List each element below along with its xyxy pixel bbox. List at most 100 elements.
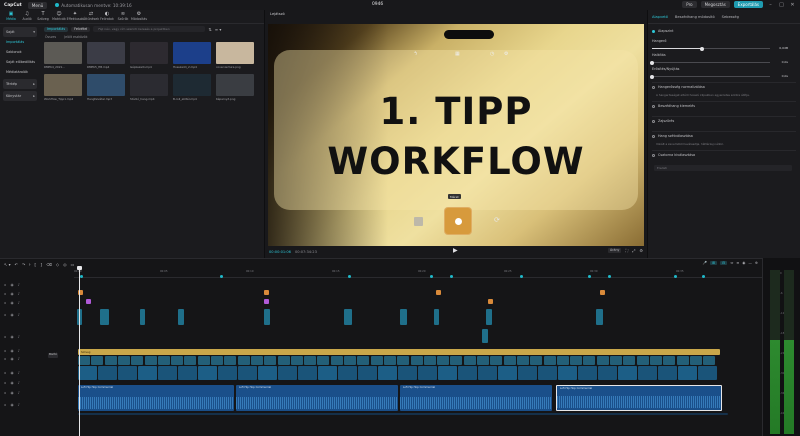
cover-button[interactable]: Borító xyxy=(48,353,58,358)
audio-icon[interactable]: ♪ xyxy=(18,301,20,305)
media-thumb[interactable]: Workflow_Tipp1.mp4 xyxy=(44,74,82,101)
fullscreen-icon[interactable]: ⛶ xyxy=(625,248,628,253)
visibility-icon[interactable]: ◉ xyxy=(10,381,13,385)
overlay-clip[interactable] xyxy=(264,309,270,325)
timeline-tool-6[interactable]: ⌫ xyxy=(46,262,52,267)
timeline-ruler[interactable]: 00:00 00:05 00:10 00:15 00:20 00:25 00:30 00:35… xyxy=(74,270,769,278)
export-button[interactable]: Exportálás xyxy=(733,1,763,8)
caption-clip[interactable] xyxy=(157,356,170,365)
caption-clip[interactable] xyxy=(104,356,117,365)
filter-all[interactable]: Összes xyxy=(45,35,56,39)
main-video-clip[interactable] xyxy=(598,366,617,380)
overlay-clip[interactable] xyxy=(140,309,145,325)
main-video-clip[interactable] xyxy=(558,366,577,380)
caption-clip[interactable] xyxy=(663,356,676,365)
ratio-button[interactable]: Arány xyxy=(608,248,622,253)
lock-icon[interactable]: ▫ xyxy=(4,283,6,287)
main-video-clip[interactable] xyxy=(438,366,457,380)
visibility-icon[interactable]: ◉ xyxy=(10,357,13,361)
caption-clip[interactable] xyxy=(91,356,104,365)
lock-icon[interactable]: ▫ xyxy=(4,301,6,305)
caption-clip[interactable] xyxy=(211,356,223,365)
caption-clip[interactable] xyxy=(171,356,184,365)
media-side-item-5[interactable]: Térkép ▸ xyxy=(3,79,37,89)
caption-clip[interactable] xyxy=(184,356,197,365)
audio-icon[interactable]: ♪ xyxy=(18,313,20,317)
channel-select[interactable]: Eredeti xyxy=(654,165,792,171)
sticker-clip[interactable] xyxy=(264,290,269,295)
main-video-clip[interactable] xyxy=(478,366,497,380)
timeline-right-tool-3[interactable]: ⇔ xyxy=(730,261,733,265)
caption-clip[interactable] xyxy=(277,356,290,365)
timeline-right-tool-4[interactable]: ≡ xyxy=(736,261,739,265)
main-video-clip[interactable] xyxy=(238,366,257,380)
main-video-clip[interactable] xyxy=(338,366,357,380)
overlay-clip[interactable] xyxy=(596,309,603,325)
media-thumb[interactable]: Hosszanti_2.mp4 xyxy=(173,42,211,69)
main-video-clip[interactable] xyxy=(278,366,297,380)
caption-clip[interactable] xyxy=(144,356,157,365)
timeline-right-tool-7[interactable]: ⊕ xyxy=(755,261,758,265)
overlay-clip[interactable] xyxy=(344,309,352,325)
visibility-icon[interactable]: ◉ xyxy=(10,283,13,287)
main-video-clip[interactable] xyxy=(618,366,637,380)
sort-icon[interactable]: ⇅ xyxy=(208,27,211,32)
timeline-tool-2[interactable]: ↷ xyxy=(22,262,25,267)
timeline-right-tool-0[interactable]: 🎤 xyxy=(703,261,707,265)
caption-clip[interactable] xyxy=(516,356,529,365)
share-button[interactable]: Megosztás xyxy=(700,1,730,8)
lock-icon[interactable]: ▫ xyxy=(4,292,6,296)
sticker-clip[interactable] xyxy=(436,290,441,295)
main-video-clip[interactable] xyxy=(358,366,377,380)
caption-clip[interactable] xyxy=(649,356,662,365)
caption-clip[interactable] xyxy=(583,356,596,365)
caption-clip[interactable] xyxy=(264,356,277,365)
checkbox-icon[interactable] xyxy=(652,29,655,33)
caption-clip[interactable] xyxy=(370,356,383,365)
timeline-marker[interactable] xyxy=(220,275,223,278)
menu-button[interactable]: Menü xyxy=(27,1,48,9)
timeline-tool-9[interactable]: ▭ xyxy=(71,262,75,267)
visibility-icon[interactable]: ◉ xyxy=(10,391,13,395)
audio-icon[interactable]: ♪ xyxy=(18,381,20,385)
slider-knob[interactable] xyxy=(699,46,704,51)
main-video-clip[interactable] xyxy=(638,366,657,380)
checkbox-icon[interactable] xyxy=(652,104,655,108)
timeline-tool-0[interactable]: ↖ ▾ xyxy=(4,262,11,267)
close-icon[interactable]: ✕ xyxy=(789,2,796,8)
audio-icon[interactable]: ♪ xyxy=(18,292,20,296)
timeline-right-tool-2[interactable]: ⊟ xyxy=(720,261,728,265)
main-video-clip[interactable] xyxy=(678,366,697,380)
media-tab-4[interactable]: ✦ Effektusok xyxy=(67,10,84,23)
headline-line-2[interactable]: WORKFLOW xyxy=(268,140,644,183)
media-side-item-2[interactable]: Sablonok xyxy=(0,47,40,57)
media-thumb[interactable]: B-roll_előtér.mp4 xyxy=(173,74,211,101)
caption-clip[interactable] xyxy=(383,356,396,365)
media-tab-0[interactable]: ▣ Média xyxy=(3,10,19,23)
timeline-marker[interactable] xyxy=(430,275,433,278)
media-thumb[interactable]: Gépkezelő.mp4 xyxy=(130,42,168,69)
overlay-clip[interactable] xyxy=(100,309,109,325)
main-video-clip[interactable] xyxy=(218,366,237,380)
play-icon[interactable]: ▶ xyxy=(453,247,458,254)
timeline-marker[interactable] xyxy=(702,275,705,278)
timeline-marker[interactable] xyxy=(674,275,677,278)
pro-button[interactable]: Pro xyxy=(682,1,697,8)
timeline-marker[interactable] xyxy=(348,275,351,278)
prop-toggle-row[interactable]: Beszédhang kiemelés xyxy=(652,104,796,108)
caption-clip[interactable] xyxy=(543,356,556,365)
checkbox-icon[interactable] xyxy=(652,119,655,123)
overlay-clip[interactable] xyxy=(178,309,184,325)
media-thumb[interactable]: cover-lecture.png xyxy=(216,42,254,69)
checkbox-icon[interactable] xyxy=(652,153,655,157)
import-button[interactable]: Importálás xyxy=(44,26,69,32)
media-tab-3[interactable]: ☺ Matricák xyxy=(51,10,67,23)
main-video-clip[interactable] xyxy=(398,366,417,380)
caption-clip[interactable] xyxy=(596,356,609,365)
caption-clip[interactable] xyxy=(317,356,330,365)
main-video-clip[interactable] xyxy=(138,366,157,380)
maximize-icon[interactable]: □ xyxy=(778,2,785,8)
lock-icon[interactable]: ▫ xyxy=(4,371,6,375)
media-thumb[interactable]: Hangfelvétel.mp3 xyxy=(87,74,125,101)
audio-clip[interactable]: Lofi Hip Hop Commercial xyxy=(78,385,234,411)
